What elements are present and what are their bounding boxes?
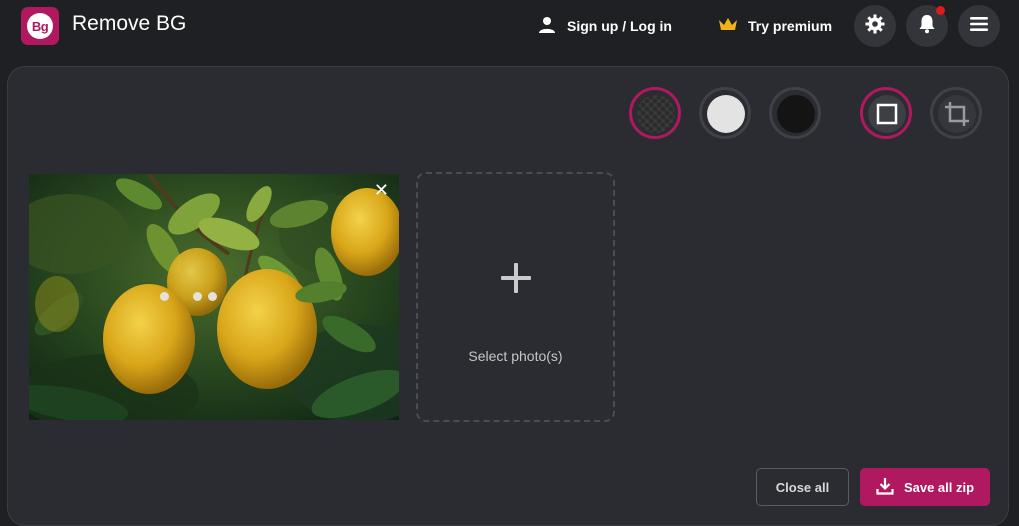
square-icon <box>868 95 906 133</box>
crop-icon <box>938 95 976 133</box>
bell-icon <box>918 14 936 39</box>
app-header: Bg Remove BG Sign up / Log in Try premiu… <box>0 0 1019 56</box>
save-all-zip-button[interactable]: Save all zip <box>860 468 990 506</box>
try-premium-link[interactable]: Try premium <box>718 15 832 37</box>
logo-mark: Bg <box>27 13 53 39</box>
save-all-zip-label: Save all zip <box>903 479 975 495</box>
background-white-option[interactable] <box>699 87 751 139</box>
loading-dot <box>193 292 202 301</box>
black-swatch <box>777 95 815 133</box>
photo-card[interactable]: ✕ <box>29 174 399 420</box>
full-frame-mode-button[interactable] <box>860 87 912 139</box>
background-transparent-option[interactable] <box>629 87 681 139</box>
white-swatch <box>707 95 745 133</box>
sign-up-label: Sign up / Log in <box>567 18 672 34</box>
app-logo[interactable]: Bg <box>21 7 59 45</box>
notification-badge <box>936 6 945 15</box>
try-premium-label: Try premium <box>748 18 833 34</box>
plus-icon <box>418 262 613 299</box>
loading-dot <box>160 292 169 301</box>
notifications-button[interactable] <box>906 5 948 47</box>
sign-up-login-link[interactable]: Sign up / Log in <box>538 15 672 37</box>
user-icon <box>538 16 556 37</box>
editor-panel: ✕ Select photo(s) Close all Save all zip <box>7 66 1009 526</box>
loading-dot <box>208 292 217 301</box>
background-black-option[interactable] <box>769 87 821 139</box>
close-all-button[interactable]: Close all <box>756 468 849 506</box>
menu-button[interactable] <box>958 5 1000 47</box>
settings-button[interactable] <box>854 5 896 47</box>
select-photo-label: Select photo(s) <box>468 348 563 364</box>
crown-icon <box>718 17 738 36</box>
gear-icon <box>865 14 885 39</box>
hamburger-menu-icon <box>970 16 988 37</box>
transparent-swatch <box>637 95 675 133</box>
remove-photo-icon[interactable]: ✕ <box>374 180 389 200</box>
download-icon <box>876 477 894 498</box>
select-photo-dropzone[interactable]: Select photo(s) <box>416 172 615 422</box>
crop-mode-button[interactable] <box>930 87 982 139</box>
app-title: Remove BG <box>72 12 187 35</box>
